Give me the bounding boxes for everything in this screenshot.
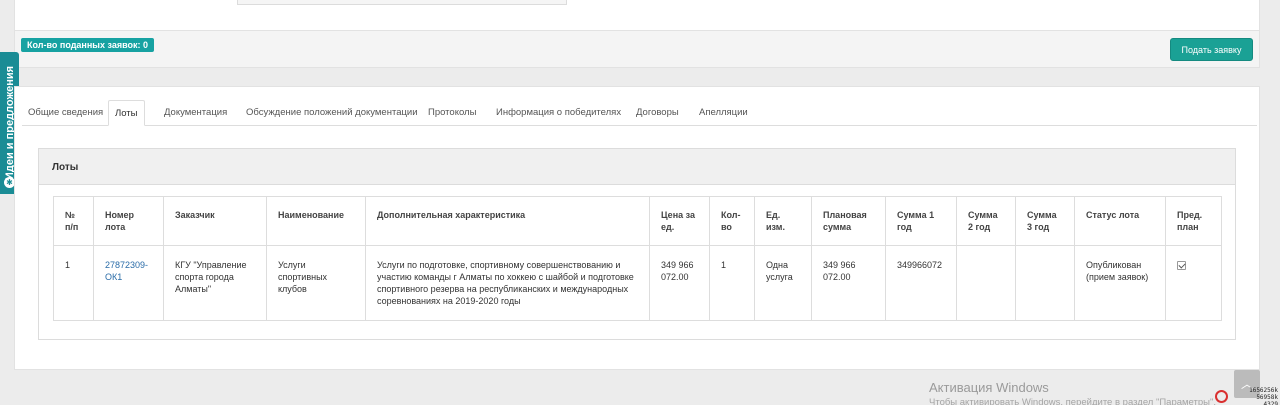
pre-plan-checkbox[interactable] <box>1177 261 1186 270</box>
cell-number: 1 <box>53 245 94 321</box>
application-bar <box>14 31 1260 68</box>
windows-activation-title: Активация Windows <box>929 380 1049 395</box>
cell-pre-plan <box>1165 245 1222 321</box>
tabs-bar: Общие сведения Лоты Документация Обсужде… <box>22 100 1257 126</box>
col-header-unit-price: Цена за ед. <box>649 196 710 246</box>
windows-activation-subtitle: Чтобы активировать Windows, перейдите в … <box>929 397 1216 405</box>
col-header-pre-plan: Пред. план <box>1165 196 1222 246</box>
cell-description: Услуги по подготовке, спортивному соверш… <box>365 245 650 321</box>
cell-lot-number: 27872309- ОК1 <box>93 245 164 321</box>
tab-documentation-discussion[interactable]: Обсуждение положений документации <box>240 100 424 126</box>
col-header-unit: Ед. изм. <box>754 196 812 246</box>
top-panel <box>14 0 1260 31</box>
top-search-field[interactable] <box>237 0 567 5</box>
lots-panel-title: Лоты <box>52 162 79 173</box>
tab-protocols[interactable]: Протоколы <box>422 100 482 126</box>
cell-sum-year3 <box>1015 245 1075 321</box>
cell-unit: Одна услуга <box>754 245 812 321</box>
col-header-quantity: Кол-во <box>709 196 755 246</box>
col-header-lot-status: Статус лота <box>1074 196 1166 246</box>
cell-name: Услуги спортивных клубов <box>266 245 366 321</box>
tab-contracts[interactable]: Договоры <box>630 100 685 126</box>
table-header-row: № п/п Номер лота Заказчик Наименование Доп… <box>53 196 1222 246</box>
tab-general-info[interactable]: Общие сведения <box>22 100 109 126</box>
lots-panel-header: Лоты <box>39 149 1235 185</box>
col-header-planned-sum: Плановая сумма <box>811 196 886 246</box>
lots-table: № п/п Номер лота Заказчик Наименование Доп… <box>53 196 1222 321</box>
tab-appeals[interactable]: Апелляции <box>693 100 754 126</box>
col-header-sum-year3: Сумма 3 год <box>1015 196 1075 246</box>
submit-application-button[interactable]: Подать заявку <box>1170 38 1253 61</box>
cell-quantity: 1 <box>709 245 755 321</box>
col-header-sum-year2: Сумма 2 год <box>956 196 1016 246</box>
cell-sum-year1: 349966072 <box>885 245 957 321</box>
applications-count-badge: Кол-во поданных заявок: 0 <box>21 38 155 52</box>
tab-documentation[interactable]: Документация <box>158 100 233 126</box>
record-indicator-icon <box>1215 390 1228 403</box>
lot-number-link[interactable]: 27872309- ОК1 <box>105 260 148 282</box>
tray-memory-readout: 1656256k 56958k 4329 <box>1249 387 1278 405</box>
table-row: 1 27872309- ОК1 КГУ "Управление спорта гор… <box>53 245 1222 321</box>
col-header-description: Дополнительная характеристика <box>365 196 650 246</box>
col-header-customer: Заказчик <box>163 196 267 246</box>
col-header-sum-year1: Сумма 1 год <box>885 196 957 246</box>
col-header-lot-number: Номер лота <box>93 196 164 246</box>
tab-lots[interactable]: Лоты <box>108 100 145 126</box>
tab-winners-info[interactable]: Информация о победителях <box>490 100 627 126</box>
cell-sum-year2 <box>956 245 1016 321</box>
cell-customer: КГУ "Управление спорта города Алматы" <box>163 245 267 321</box>
cell-unit-price: 349 966 072.00 <box>649 245 710 321</box>
cell-lot-status: Опубликован (прием заявок) <box>1074 245 1166 321</box>
cell-planned-sum: 349 966 072.00 <box>811 245 886 321</box>
col-header-name: Наименование <box>266 196 366 246</box>
col-header-number: № п/п <box>53 196 94 246</box>
